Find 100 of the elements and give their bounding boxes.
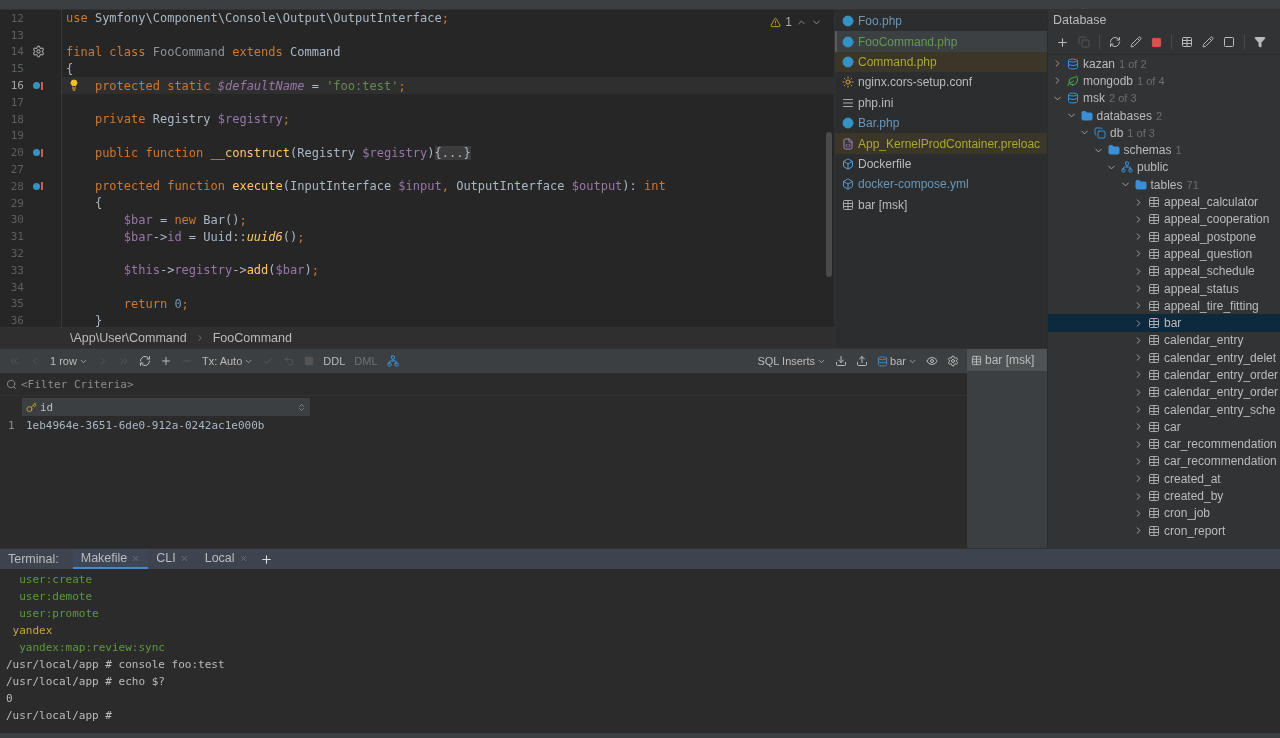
tree-item[interactable]: mongodb 1 of 4 [1048,72,1280,90]
file-item[interactable]: php.ini [835,92,1047,113]
line-number: 30 [9,213,24,227]
row-number: 1 [7,418,16,432]
refresh-icon [1109,36,1121,48]
tree-item[interactable]: car_recommendation [1048,435,1280,453]
line-number: 34 [9,280,24,294]
file-item[interactable]: Dockerfile [835,153,1047,175]
tree-item[interactable]: appeal_cooperation [1048,210,1280,228]
scrollbar[interactable] [826,132,832,277]
table-icon [1148,455,1160,468]
tree-item[interactable]: databases 2 [1048,106,1280,125]
leaf-icon [1067,74,1079,87]
table-icon [1148,317,1160,330]
tree-item[interactable]: created_at [1048,470,1280,488]
tree-item[interactable]: appeal_question [1048,245,1280,263]
tree-item[interactable]: appeal_status [1048,279,1280,298]
tree-item[interactable]: calendar_entry_order [1048,383,1280,401]
table-tab[interactable]: bar [msk] [967,349,1047,371]
code-line: } [94,313,103,327]
table-icon [1148,490,1160,503]
table-icon [1148,334,1160,347]
add-tab-icon[interactable] [259,552,273,566]
tree-item[interactable]: created_by [1048,487,1280,505]
warning-indicator[interactable]: 1 [770,15,822,29]
code-line: return 0; [123,296,189,311]
breadcrumb[interactable]: FooCommand [212,331,292,345]
folder-icon [1080,109,1093,122]
table-icon [1148,230,1160,243]
table-icon [1148,420,1160,433]
line-number: 32 [9,247,24,261]
commit-icon [262,355,275,367]
table-icon [1148,299,1160,312]
filter-icon [1254,36,1266,48]
eye-icon [926,355,938,367]
breadcrumb[interactable]: \App\User\Command [70,331,187,345]
tree-item[interactable]: cron_job [1048,504,1280,522]
class-icon [842,15,854,28]
tree-item[interactable]: public [1048,158,1280,177]
close-icon [238,553,248,563]
refresh-icon [138,355,151,367]
row-count-dropdown[interactable]: 1 row [50,355,88,367]
tree-item[interactable]: appeal_tire_fitting [1048,297,1280,315]
code-line: { [66,61,74,76]
download-icon [835,355,848,367]
config-file-icon [842,76,854,89]
code-line: protected static $defaultName = 'foo:test'; [94,78,406,93]
table-icon [1148,524,1160,537]
table-icon [1148,472,1160,485]
file-item[interactable]: Foo.php [835,11,1047,32]
table-dropdown[interactable]: bar [877,355,917,367]
export-format-dropdown[interactable]: SQL Inserts [757,355,827,367]
search-icon [6,378,17,390]
terminal-tab[interactable]: Makefile [72,549,149,569]
filter-field[interactable]: <Filter Criteria> [0,373,967,396]
file-item[interactable]: App_KernelProdContainer.preloac [835,133,1047,154]
table-icon [1148,386,1160,399]
line-number: 35 [9,297,24,311]
override-marker-icon [33,148,43,157]
upload-icon [856,355,869,367]
terminal-line: user:create [18,572,94,588]
tree-item[interactable]: appeal_calculator [1048,193,1280,211]
tree-item[interactable]: appeal_schedule [1048,262,1280,280]
close-icon [131,553,141,563]
tree-item[interactable]: db 1 of 3 [1048,124,1280,142]
table-icon [1181,36,1193,48]
code-editor[interactable] [0,10,835,348]
transaction-dropdown[interactable]: Tx: Auto [201,355,254,367]
tree-item[interactable]: tables 71 [1048,176,1280,194]
terminal-tab[interactable]: Local [196,549,256,569]
file-item[interactable]: bar [msk] [835,194,1047,215]
override-marker-icon [33,81,43,90]
file-item[interactable]: Bar.php [835,112,1047,134]
code-line: use Symfony\Component\Console\Output\OutputInterface; [66,11,449,26]
tree-item[interactable]: kazan 1 of 2 [1048,55,1280,73]
column-header[interactable]: id [22,398,310,416]
terminal-line: yandex:map:review:sync [18,640,166,656]
tree-item[interactable]: calendar_entry_order [1048,366,1280,384]
tree-item[interactable]: msk 2 of 3 [1048,89,1280,107]
tree-item[interactable]: car [1048,418,1280,436]
tree-item[interactable]: car_recommendation [1048,452,1280,471]
file-item[interactable]: nginx.cors-setup.conf [835,72,1047,93]
tree-item[interactable]: bar [1048,314,1280,332]
file-item[interactable]: Command.php [835,51,1047,73]
table-icon [971,354,982,366]
tree-item[interactable]: calendar_entry_delet [1048,349,1280,367]
schema-icon [1121,161,1133,174]
tree-item[interactable]: calendar_entry_sche [1048,400,1280,419]
tree-item[interactable]: calendar_entry [1048,331,1280,350]
tree-item[interactable]: appeal_postpone [1048,227,1280,246]
folder-icon [1107,144,1120,157]
text-file-icon [842,96,854,109]
table-icon [1148,403,1160,416]
file-item[interactable]: docker-compose.yml [835,174,1047,195]
terminal-tab[interactable]: CLI [148,549,197,569]
table-icon [1148,282,1160,295]
tree-item[interactable]: schemas 1 [1048,141,1280,159]
tree-item[interactable]: cron_report [1048,522,1280,540]
ddl-button[interactable]: DDL [323,355,346,367]
settings-icon [947,355,959,367]
